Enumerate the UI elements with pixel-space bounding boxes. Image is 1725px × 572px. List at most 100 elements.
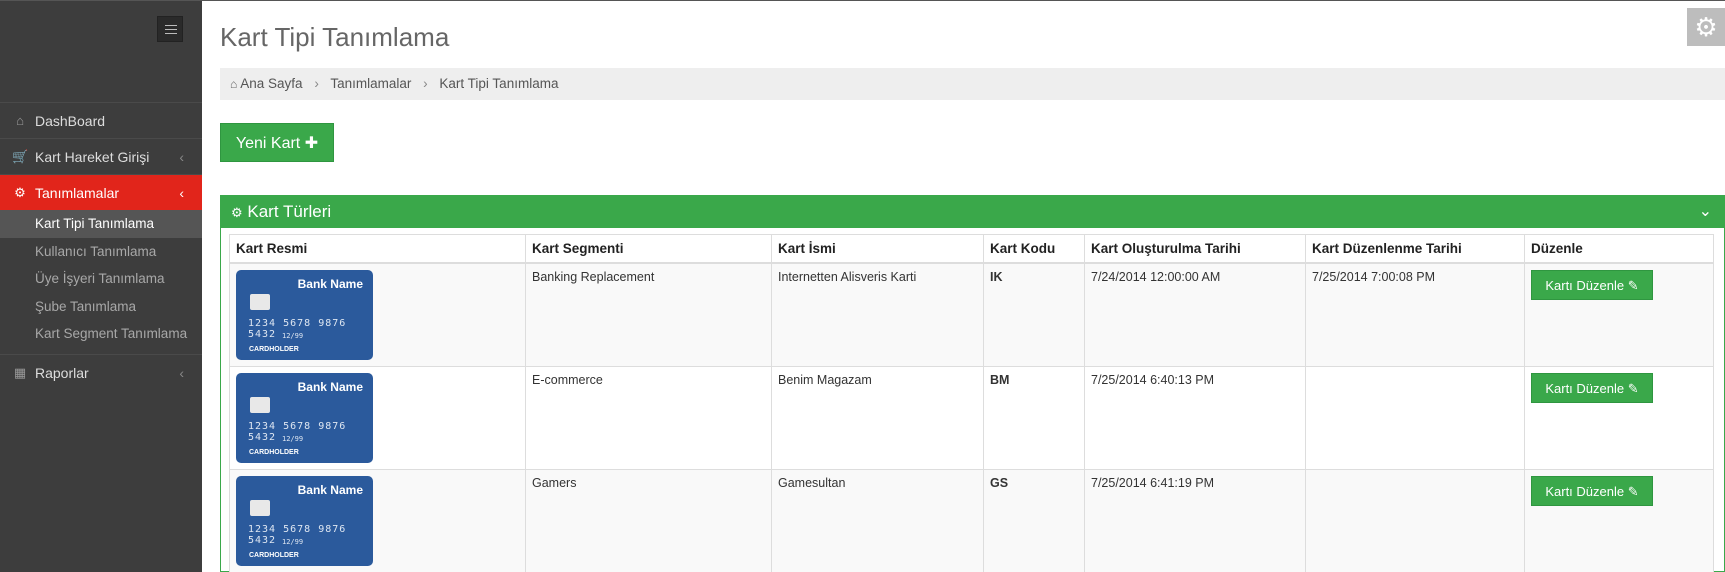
cell-name: Internetten Alisveris Karti (771, 262, 984, 367)
submenu-item-uye-isyeri[interactable]: Üye İşyeri Tanımlama (0, 265, 202, 293)
cell-code: GS (983, 468, 1085, 572)
card-number: 1234 5678 9876 5432 (248, 420, 347, 443)
breadcrumb-current: Kart Tipi Tanımlama (439, 76, 559, 91)
sidebar-item-kart-hareket[interactable]: 🛒 Kart Hareket Girişi ‹ (0, 138, 202, 174)
sidebar-item-label: DashBoard (35, 113, 106, 129)
cell-created: 7/25/2014 6:40:13 PM (1084, 365, 1306, 470)
sidebar-item-dashboard[interactable]: ⌂ DashBoard (0, 102, 202, 138)
card-holder: CARDHOLDER (249, 345, 299, 353)
cell-code: BM (983, 365, 1085, 470)
chevron-left-icon: ‹ (179, 185, 184, 201)
submenu-item-kart-segment[interactable]: Kart Segment Tanımlama (0, 320, 202, 348)
cell-edit: Kartı Düzenle ✎ (1524, 262, 1714, 367)
chevron-right-icon: › (423, 76, 428, 91)
page-title: Kart Tipi Tanımlama (220, 22, 450, 52)
card-image-cell: Bank Name 1234 5678 9876 5432 12/99 CARD… (229, 262, 526, 367)
card-image: Bank Name 1234 5678 9876 5432 12/99 CARD… (236, 475, 373, 566)
card-types-table: Kart Resmi Kart Segmenti Kart İsmi Kart … (229, 234, 1714, 572)
col-header-kart-resmi: Kart Resmi (229, 234, 526, 264)
submenu-item-kart-tipi[interactable]: Kart Tipi Tanımlama (0, 210, 202, 238)
breadcrumb-home[interactable]: Ana Sayfa (240, 76, 302, 91)
top-border (0, 0, 1725, 1)
edit-card-button[interactable]: Kartı Düzenle ✎ (1531, 372, 1653, 403)
cell-updated (1305, 365, 1525, 470)
submenu-item-sube[interactable]: Şube Tanımlama (0, 293, 202, 321)
home-icon: ⌂ (230, 77, 238, 91)
cell-edit: Kartı Düzenle ✎ (1524, 468, 1714, 572)
cell-created: 7/24/2014 12:00:00 AM (1084, 262, 1306, 367)
gears-icon: ⚙ (231, 205, 243, 220)
panel-title: Kart Türleri (247, 202, 332, 221)
card-number: 1234 5678 9876 5432 (248, 317, 347, 340)
panel-header: ⚙ Kart Türleri ⌄ (221, 196, 1724, 228)
sidebar-item-tanimlamalar[interactable]: ⚙ Tanımlamalar ‹ (0, 174, 202, 210)
edit-label: Kartı Düzenle (1545, 483, 1625, 499)
table-icon: ▦ (13, 364, 27, 380)
sidebar: ⌂ DashBoard 🛒 Kart Hareket Girişi ‹ ⚙ Ta… (0, 1, 202, 572)
cell-updated (1305, 468, 1525, 572)
cell-segment: Banking Replacement (525, 262, 772, 367)
chevron-left-icon: ‹ (179, 149, 184, 165)
col-header-duzenlenme: Kart Düzenlenme Tarihi (1305, 234, 1525, 264)
cell-created: 7/25/2014 6:41:19 PM (1084, 468, 1306, 572)
plus-icon: ✚ (304, 135, 319, 152)
sidebar-item-label: Raporlar (35, 364, 89, 381)
edit-card-button[interactable]: Kartı Düzenle ✎ (1531, 269, 1653, 300)
breadcrumb: ⌂ Ana Sayfa › Tanımlamalar › Kart Tipi T… (220, 68, 1725, 100)
cell-code: IK (983, 262, 1085, 367)
settings-gear-icon[interactable]: ⚙ (1687, 8, 1725, 46)
card-types-panel: ⚙ Kart Türleri ⌄ Kart Resmi Kart Segment… (220, 195, 1725, 572)
sidebar-item-label: Kart Hareket Girişi (35, 149, 150, 165)
card-number: 1234 5678 9876 5432 (248, 523, 347, 546)
col-header-kart-ismi: Kart İsmi (771, 234, 984, 264)
card-image-cell: Bank Name 1234 5678 9876 5432 12/99 CARD… (229, 365, 526, 470)
table-row: Bank Name 1234 5678 9876 5432 12/99 CARD… (229, 365, 1714, 470)
card-expiry: 12/99 (282, 331, 304, 340)
card-image-cell: Bank Name 1234 5678 9876 5432 12/99 CARD… (229, 468, 526, 572)
card-expiry: 12/99 (282, 434, 304, 443)
new-card-label: Yeni Kart (235, 135, 301, 152)
edit-label: Kartı Düzenle (1545, 277, 1625, 293)
cell-updated: 7/25/2014 7:00:08 PM (1305, 262, 1525, 367)
sidebar-item-label: Tanımlamalar (35, 185, 120, 201)
submenu-item-kullanici[interactable]: Kullanıcı Tanımlama (0, 238, 202, 266)
col-header-kart-kodu: Kart Kodu (983, 234, 1085, 264)
cell-name: Benim Magazam (771, 365, 984, 470)
breadcrumb-tanimlamalar[interactable]: Tanımlamalar (330, 76, 411, 91)
chevron-right-icon: › (314, 76, 319, 91)
chevron-left-icon: ‹ (179, 364, 184, 381)
card-chip-icon (250, 293, 270, 310)
col-header-kart-segmenti: Kart Segmenti (525, 234, 772, 264)
card-holder: CARDHOLDER (249, 448, 299, 456)
card-bank-name: Bank Name (297, 379, 363, 394)
card-chip-icon (250, 499, 270, 516)
edit-icon: ✎ (1627, 277, 1639, 293)
cell-edit: Kartı Düzenle ✎ (1524, 365, 1714, 470)
edit-label: Kartı Düzenle (1545, 380, 1625, 396)
table-header-row: Kart Resmi Kart Segmenti Kart İsmi Kart … (229, 234, 1714, 264)
edit-icon: ✎ (1627, 380, 1639, 396)
sidebar-submenu: Kart Tipi Tanımlama Kullanıcı Tanımlama … (0, 210, 202, 354)
card-chip-icon (250, 396, 270, 413)
col-header-olusturulma: Kart Oluşturulma Tarihi (1084, 234, 1306, 264)
cell-name: Gamesultan (771, 468, 984, 572)
cart-icon: 🛒 (12, 149, 29, 164)
col-header-duzenle: Düzenle (1524, 234, 1714, 264)
table-row: Bank Name 1234 5678 9876 5432 12/99 CARD… (229, 468, 1714, 572)
sidebar-menu: ⌂ DashBoard 🛒 Kart Hareket Girişi ‹ ⚙ Ta… (0, 102, 202, 390)
chevron-down-icon[interactable]: ⌄ (1699, 196, 1712, 228)
edit-card-button[interactable]: Kartı Düzenle ✎ (1531, 475, 1653, 506)
table-row: Bank Name 1234 5678 9876 5432 12/99 CARD… (229, 262, 1714, 367)
card-holder: CARDHOLDER (249, 551, 299, 559)
panel-body: Kart Resmi Kart Segmenti Kart İsmi Kart … (221, 228, 1724, 572)
card-expiry: 12/99 (282, 537, 304, 546)
cell-segment: Gamers (525, 468, 772, 572)
new-card-button[interactable]: Yeni Kart ✚ (220, 123, 334, 162)
card-image: Bank Name 1234 5678 9876 5432 12/99 CARD… (236, 269, 373, 360)
card-bank-name: Bank Name (297, 276, 363, 291)
edit-icon: ✎ (1627, 483, 1639, 499)
sidebar-item-raporlar[interactable]: ▦ Raporlar ‹ (0, 353, 202, 390)
gears-icon: ⚙ (14, 185, 26, 200)
menu-toggle-icon[interactable] (157, 16, 183, 42)
card-image: Bank Name 1234 5678 9876 5432 12/99 CARD… (236, 372, 373, 463)
